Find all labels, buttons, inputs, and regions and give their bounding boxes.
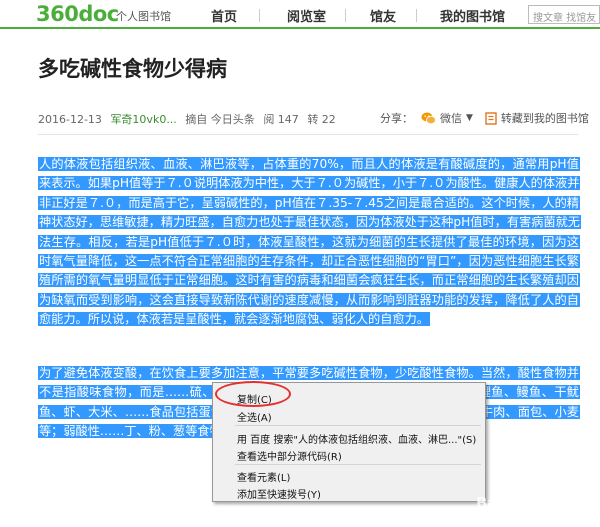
article-meta: 2016-12-13 军奇10vk0... 摘自 今日头条 阅 147 转 22 [38,111,341,127]
read-count: 阅 147 [263,113,299,126]
site-logo[interactable]: 360doc [36,2,119,26]
wechat-icon[interactable] [421,112,436,125]
menu-item-select-all[interactable]: 全选(A) [237,409,272,424]
share-label: 分享： [380,112,413,125]
menu-item-speed-dial[interactable]: 添加至快速拨号(Y) [237,486,321,501]
article-paragraph: 人的体液包括组织液、血液、淋巴液等，占体重的70%，而且人的体液是有酸碱度的，通… [38,155,581,330]
menu-item-search-baidu[interactable]: 用 百度 搜索"人的体液包括组织液、血液、淋巴..."(S) [237,431,476,446]
menu-item-inspect[interactable]: 查看元素(L) [237,469,290,484]
article-source: 摘自 今日头条 [185,113,255,126]
meta-divider [38,134,578,135]
baidu-watermark: Baidu经验 [476,494,551,512]
nav-home[interactable]: 首页 [211,6,237,25]
menu-item-view-source[interactable]: 查看选中部分源代码(R) [237,448,342,463]
watermark-url: jingyan.baidu.com [492,512,566,521]
nav-reading-room[interactable]: 阅览室 [287,6,326,25]
article-title: 多吃碱性食物少得病 [38,57,227,81]
site-logo-subtitle: 个人图书馆 [116,10,171,23]
nav-my-library[interactable]: 我的图书馆 [440,6,505,25]
selected-text[interactable]: 人的体液包括组织液、血液、淋巴液等，占体重的70%，而且人的体液是有酸碱度的，通… [38,157,581,327]
top-navbar: 360doc 个人图书馆 首页 阅览室 馆友 我的图书馆 搜文章 找馆友 [0,0,600,29]
menu-separator [235,464,481,465]
wechat-share-button[interactable]: 微信 [440,110,462,126]
article-author[interactable]: 军奇10vk0... [110,113,176,126]
nav-divider [259,9,260,22]
share-bar: 分享： 微信 ▼ 转藏到我的图书馆 [380,110,589,126]
save-to-library-link[interactable]: 转藏到我的图书馆 [501,110,589,126]
menu-separator [235,425,481,426]
article-date: 2016-12-13 [38,113,102,126]
chevron-down-icon[interactable]: ▼ [466,113,473,123]
highlight-annotation [215,381,291,407]
nav-divider [416,9,417,22]
nav-divider [345,9,346,22]
bookmark-icon[interactable] [485,111,497,125]
nav-friends[interactable]: 馆友 [370,6,396,25]
repost-count: 转 22 [307,113,336,126]
search-input[interactable]: 搜文章 找馆友 [528,5,600,24]
